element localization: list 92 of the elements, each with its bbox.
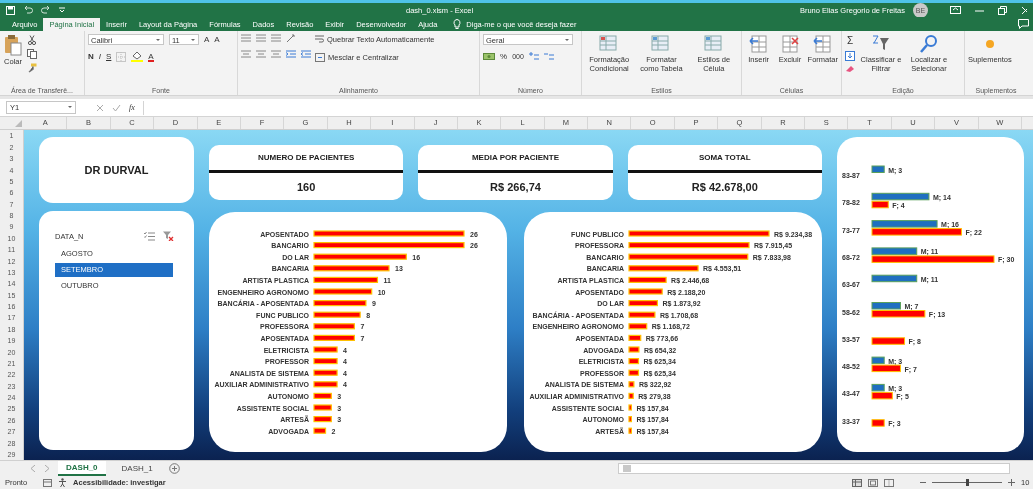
clear-filter-icon[interactable] <box>163 231 174 242</box>
kpi-title: MEDIA POR PACIENTE <box>418 145 613 174</box>
bar <box>313 288 373 296</box>
bar <box>628 416 632 423</box>
copy-icon[interactable] <box>27 49 37 60</box>
bar <box>628 370 640 377</box>
bar <box>313 358 338 365</box>
bar <box>628 381 635 388</box>
bar <box>628 358 640 365</box>
bar <box>871 337 906 346</box>
wrap-text-icon <box>315 35 324 45</box>
bar <box>313 300 367 307</box>
indent-icon[interactable] <box>301 50 311 60</box>
sheet-tab[interactable]: DASH_1 <box>113 461 161 477</box>
cells-grid-icon <box>812 34 833 55</box>
indent-icon[interactable] <box>286 50 296 60</box>
format-painter-icon[interactable] <box>27 63 37 74</box>
bar <box>313 381 338 388</box>
lightbulb-icon[interactable] <box>453 19 462 30</box>
bar <box>628 404 632 412</box>
kpi-value: R$ 42.678,00 <box>690 179 759 195</box>
bar <box>313 277 379 284</box>
cells-grid-icon <box>779 34 800 55</box>
save-icon[interactable] <box>6 5 15 15</box>
kpi-title: SOMA TOTAL <box>627 145 822 174</box>
bar <box>628 277 667 284</box>
horizontal-scrollbar[interactable] <box>617 463 1010 475</box>
comment-icon[interactable] <box>1018 19 1029 30</box>
search-icon <box>919 34 939 55</box>
dashboard-title: DR DURVAL <box>84 164 149 177</box>
font-color-button[interactable]: A <box>148 51 154 62</box>
bold-button[interactable]: N <box>88 51 94 63</box>
percent-button[interactable]: % <box>500 51 508 63</box>
bar <box>628 288 663 296</box>
increase-decimal-icon[interactable] <box>528 52 539 62</box>
underline-button[interactable]: S <box>106 51 112 63</box>
zoom-in-icon[interactable] <box>1008 479 1015 487</box>
clipboard-icon <box>3 34 23 57</box>
restore-icon[interactable] <box>998 5 1007 15</box>
bar <box>628 346 640 354</box>
bar <box>871 419 885 428</box>
bar <box>628 312 656 319</box>
autosum-button[interactable]: Σ <box>845 35 855 48</box>
page-break-icon[interactable] <box>884 478 894 487</box>
cancel-icon[interactable] <box>96 103 104 112</box>
fill-color-icon[interactable] <box>131 51 144 63</box>
bar <box>313 312 361 319</box>
bar <box>628 265 699 272</box>
grow-font-button[interactable]: A <box>204 34 210 46</box>
bar <box>313 370 338 377</box>
bar <box>313 335 355 342</box>
close-icon[interactable] <box>1021 5 1027 15</box>
bar <box>628 428 632 435</box>
currency-icon[interactable] <box>483 52 495 62</box>
insert-function-button[interactable]: fx <box>129 103 135 113</box>
check-icon[interactable] <box>112 103 121 112</box>
bar <box>313 416 332 423</box>
normal-view-icon[interactable] <box>852 478 862 487</box>
merge-cells-icon <box>315 53 325 63</box>
bar <box>313 323 355 330</box>
bar <box>871 165 885 174</box>
orientation-icon[interactable] <box>286 34 297 44</box>
sheet-icon[interactable] <box>43 478 53 487</box>
customize-icon[interactable] <box>59 7 65 13</box>
redo-icon[interactable] <box>41 6 51 14</box>
bar <box>313 404 332 412</box>
italic-button[interactable]: I <box>98 51 101 63</box>
shrink-font-button[interactable]: A <box>214 34 220 46</box>
bar <box>871 220 938 229</box>
bar <box>628 323 648 330</box>
kpi-value: R$ 266,74 <box>489 179 542 195</box>
undo-icon[interactable] <box>23 6 33 14</box>
kpi-title: NUMERO DE PACIENTES <box>209 145 404 174</box>
multi-select-icon[interactable] <box>144 231 155 241</box>
ribbon-display-icon[interactable] <box>950 6 961 14</box>
dot-icon <box>985 40 994 49</box>
sheet-tab[interactable]: DASH_0 <box>58 461 106 477</box>
bar <box>313 393 332 400</box>
fill-down-icon[interactable] <box>845 51 855 62</box>
bar <box>628 335 642 342</box>
bar <box>871 275 918 283</box>
bar <box>313 346 338 354</box>
accessibility-icon[interactable] <box>58 478 68 488</box>
bar <box>628 300 658 307</box>
page-layout-icon[interactable] <box>868 478 878 487</box>
scissors-icon[interactable] <box>27 35 37 46</box>
eraser-icon[interactable] <box>845 65 855 74</box>
cells-grid-icon <box>748 34 769 55</box>
add-sheet-icon[interactable] <box>168 463 180 475</box>
bar <box>628 393 634 400</box>
bar <box>313 428 327 435</box>
kpi-value: 160 <box>296 179 317 195</box>
